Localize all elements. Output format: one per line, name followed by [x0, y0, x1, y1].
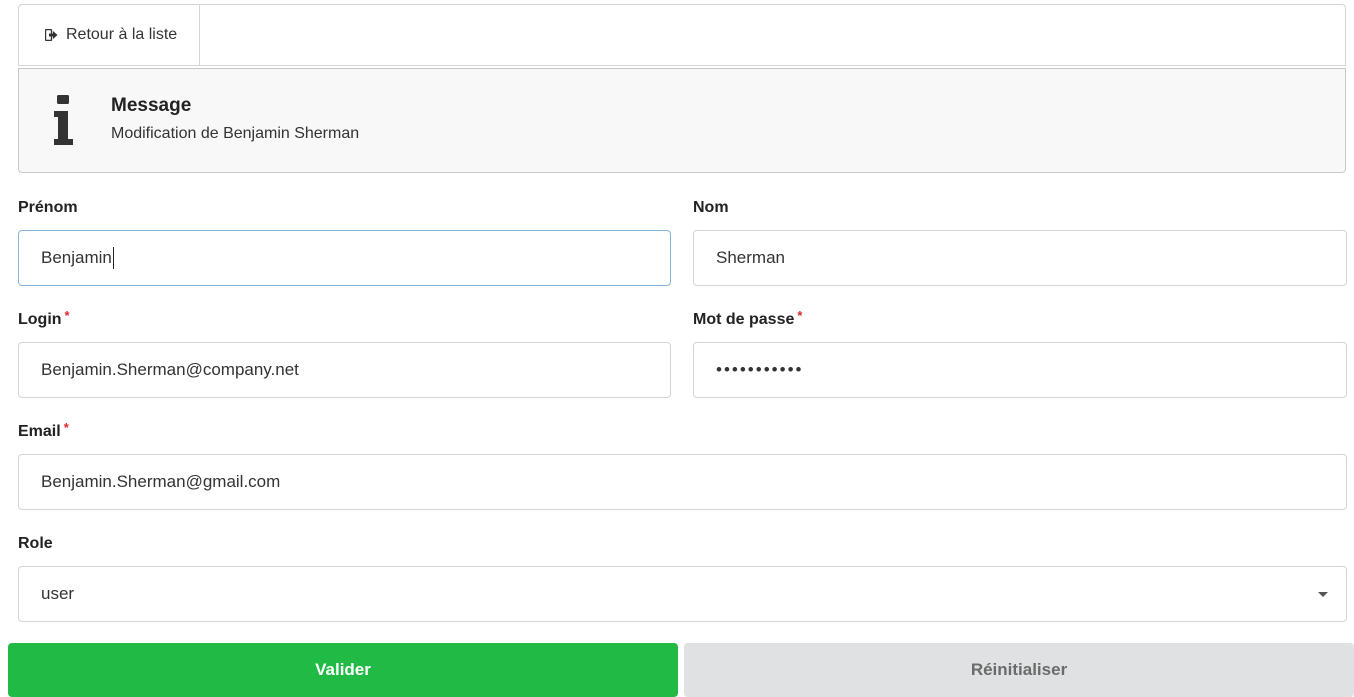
role-selected-value: user	[41, 584, 75, 603]
required-mark: *	[797, 308, 803, 323]
role-label-text: Role	[18, 535, 53, 552]
login-value: Benjamin.Sherman@company.net	[41, 360, 299, 379]
first-name-label-text: Prénom	[18, 199, 78, 216]
role-select[interactable]: user	[18, 566, 1347, 622]
reset-button[interactable]: Réinitialiser	[684, 643, 1354, 697]
email-label-text: Email	[18, 423, 61, 440]
password-masked-value: •••••••••••	[716, 360, 804, 379]
password-label: Mot de passe *	[693, 308, 803, 329]
login-label-text: Login	[18, 311, 62, 328]
top-toolbar: Retour à la liste	[18, 4, 1346, 66]
login-input[interactable]: Benjamin.Sherman@company.net	[18, 342, 671, 398]
required-mark: *	[63, 420, 69, 435]
info-message: Message Modification de Benjamin Sherman	[18, 68, 1346, 173]
first-name-label: Prénom	[18, 199, 78, 217]
required-mark: *	[64, 308, 70, 323]
submit-button[interactable]: Valider	[8, 643, 678, 697]
info-icon	[54, 95, 73, 145]
message-text: Modification de Benjamin Sherman	[111, 125, 360, 142]
user-edit-page: Retour à la liste Message Modification d…	[0, 0, 1354, 697]
first-name-input[interactable]: Benjamin	[18, 230, 671, 286]
last-name-label-text: Nom	[693, 199, 729, 216]
password-label-text: Mot de passe	[693, 311, 795, 328]
dropdown-arrow-icon	[1318, 592, 1328, 597]
first-name-value: Benjamin	[41, 248, 112, 267]
text-caret	[112, 247, 114, 269]
last-name-input[interactable]: Sherman	[693, 230, 1347, 286]
email-value: Benjamin.Sherman@gmail.com	[41, 472, 281, 491]
login-label: Login *	[18, 308, 70, 329]
role-label: Role	[18, 535, 53, 553]
email-input[interactable]: Benjamin.Sherman@gmail.com	[18, 454, 1347, 510]
back-to-list-label: Retour à la liste	[66, 26, 178, 43]
last-name-value: Sherman	[716, 248, 785, 267]
back-to-list-link[interactable]: Retour à la liste	[19, 5, 201, 65]
sign-out-icon	[45, 29, 58, 41]
email-label: Email *	[18, 420, 69, 441]
last-name-label: Nom	[693, 199, 729, 217]
password-input[interactable]: •••••••••••	[693, 342, 1347, 398]
message-title: Message	[111, 95, 192, 116]
